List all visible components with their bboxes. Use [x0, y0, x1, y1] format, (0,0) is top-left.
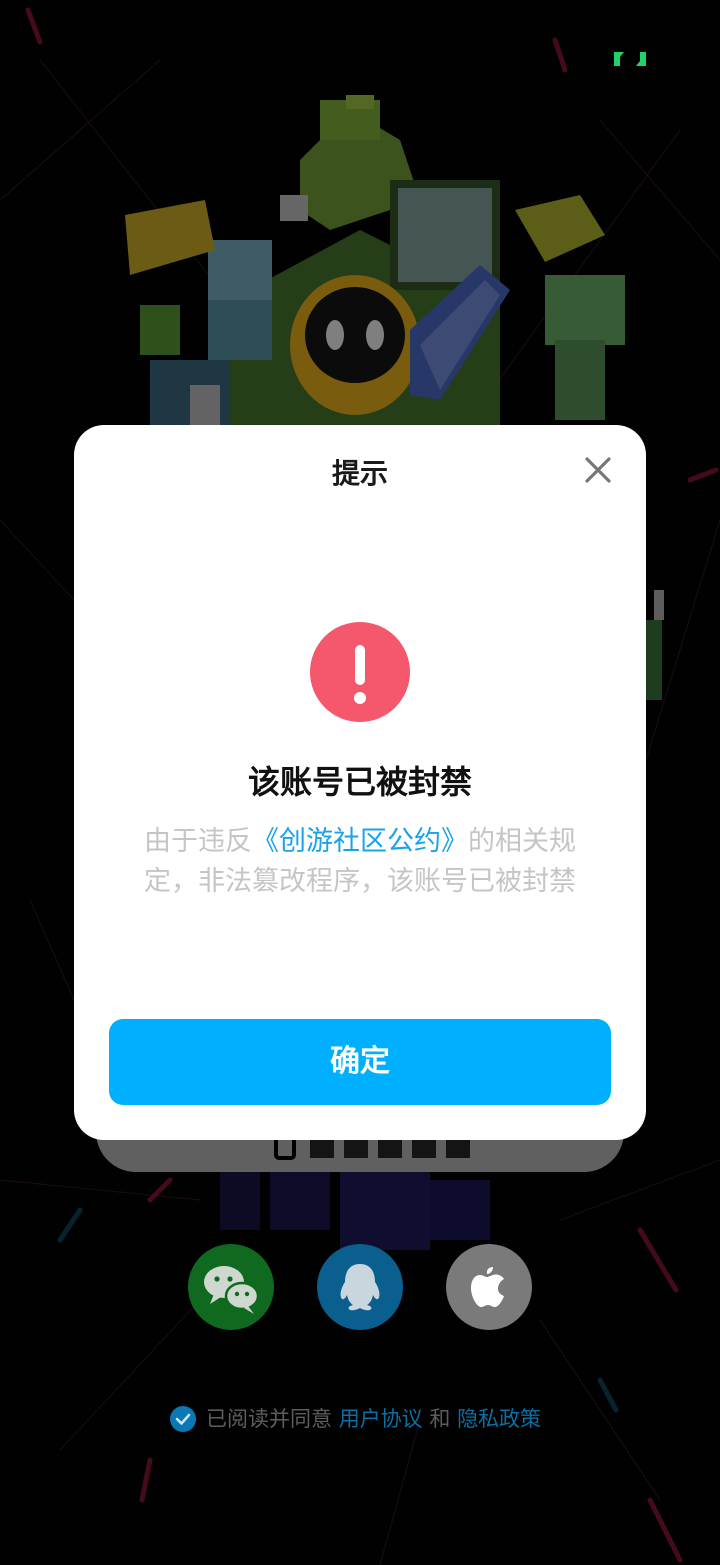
community-rules-link[interactable]: 《创游社区公约》	[252, 826, 468, 857]
apple-icon	[471, 1267, 504, 1307]
agreement-and: 和	[429, 1407, 451, 1431]
message-text-before: 由于违反	[144, 826, 252, 857]
fullscreen-icon[interactable]	[610, 48, 650, 70]
check-icon	[175, 1413, 191, 1425]
close-icon[interactable]	[580, 452, 616, 488]
wechat-login-button[interactable]	[188, 1244, 274, 1330]
exclamation-icon	[310, 622, 410, 722]
apple-login-button[interactable]	[446, 1244, 532, 1330]
qq-icon	[340, 1264, 380, 1311]
agree-checkbox[interactable]	[170, 1406, 196, 1432]
user-agreement-link[interactable]: 用户协议	[339, 1407, 423, 1431]
wechat-icon	[204, 1266, 260, 1314]
ban-message: 由于违反《创游社区公约》的相关规定，非法篡改程序，该账号已被封禁	[126, 822, 594, 902]
agreement-prefix: 已阅读并同意	[206, 1407, 332, 1431]
qq-login-button[interactable]	[317, 1244, 403, 1330]
ban-headline: 该账号已被封禁	[247, 763, 472, 801]
privacy-policy-link[interactable]: 隐私政策	[457, 1407, 541, 1431]
confirm-button[interactable]: 确定	[109, 1019, 611, 1105]
